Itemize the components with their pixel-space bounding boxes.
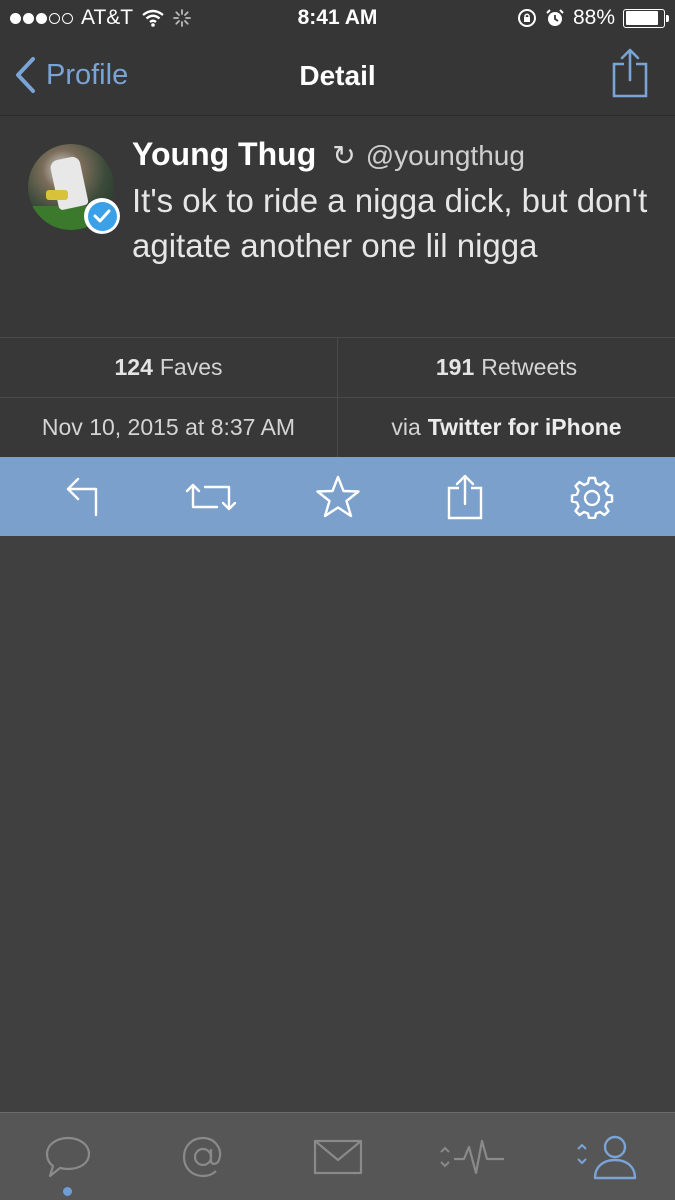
- retweets-count: 191: [435, 354, 475, 380]
- activity-icon: [439, 1139, 504, 1174]
- retweets-stat[interactable]: 191 Retweets: [337, 338, 675, 397]
- tweet-detail-screen: AT&T 8:41 AM 88% Profile Detail Young Th…: [0, 0, 675, 1200]
- tweet-stats: 124 Faves 191 Retweets: [0, 338, 675, 398]
- tab-timeline[interactable]: [18, 1113, 118, 1200]
- star-icon: [315, 475, 360, 517]
- tweet-meta: Nov 10, 2015 at 8:37 AM via Twitter for …: [0, 398, 675, 457]
- navigation-bar: Profile Detail: [0, 40, 675, 116]
- battery-icon: [623, 8, 669, 28]
- reply-icon: [66, 477, 97, 516]
- share-tweet-button[interactable]: [435, 467, 495, 527]
- favorite-button[interactable]: [308, 467, 368, 527]
- active-tab-indicator: [62, 1186, 72, 1196]
- tab-bar: [0, 1112, 675, 1200]
- retweet-icon: [185, 483, 236, 510]
- tab-activity[interactable]: [423, 1113, 523, 1200]
- verified-badge-icon: [84, 198, 120, 234]
- page-title: Detail: [299, 60, 376, 91]
- tweet-card: Young Thug ↻ @youngthug It's ok to ride …: [0, 116, 675, 338]
- retweet-button[interactable]: [181, 467, 241, 527]
- share-button[interactable]: [611, 46, 649, 105]
- user-handle[interactable]: @youngthug: [366, 140, 525, 172]
- faves-label: Faves: [159, 354, 223, 380]
- tweet-source[interactable]: via Twitter for iPhone: [337, 398, 675, 457]
- chat-bubble-icon: [45, 1136, 90, 1177]
- tab-mentions[interactable]: [153, 1113, 253, 1200]
- via-prefix: via: [391, 414, 421, 440]
- tab-messages[interactable]: [288, 1113, 388, 1200]
- tweet-header: Young Thug ↻ @youngthug: [132, 136, 525, 173]
- battery-percent: 88%: [572, 6, 615, 29]
- retweets-label: Retweets: [481, 354, 578, 380]
- timestamp-text: Nov 10, 2015 at 8:37 AM: [41, 414, 296, 440]
- settings-button[interactable]: [562, 467, 622, 527]
- faves-count: 124: [114, 354, 153, 380]
- tweet-timestamp: Nov 10, 2015 at 8:37 AM: [0, 398, 337, 457]
- tweet-action-bar: [0, 457, 675, 536]
- via-app-name: Twitter for iPhone: [427, 414, 622, 440]
- reply-button[interactable]: [54, 467, 114, 527]
- display-name[interactable]: Young Thug: [132, 136, 316, 173]
- gear-icon: [570, 476, 613, 519]
- follows-you-icon: ↻: [332, 140, 356, 171]
- profile-icon: [576, 1135, 636, 1179]
- faves-stat[interactable]: 124 Faves: [0, 338, 337, 397]
- share-icon: [612, 48, 648, 98]
- status-bar: AT&T 8:41 AM 88%: [0, 0, 675, 40]
- tweet-text: It's ok to ride a nigga dick, but don't …: [132, 182, 648, 264]
- tab-profile[interactable]: [558, 1113, 658, 1200]
- battery-level: [625, 11, 659, 25]
- orientation-lock-icon: [517, 9, 536, 27]
- share-icon: [447, 474, 482, 519]
- envelope-icon: [313, 1139, 362, 1174]
- alarm-icon: [546, 9, 564, 26]
- at-sign-icon: [182, 1136, 221, 1177]
